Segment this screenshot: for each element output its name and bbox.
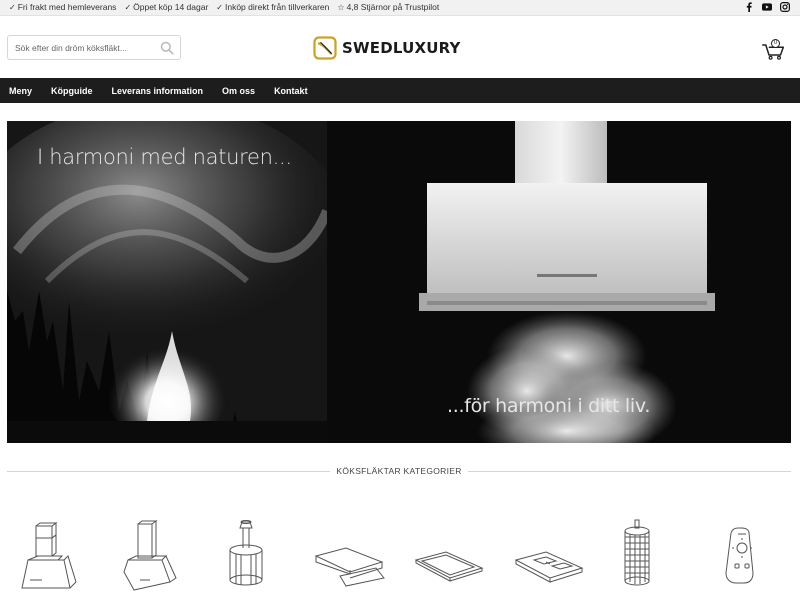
usp-item: ✓ Inköp direkt från tillverkaren <box>216 2 329 12</box>
category-list <box>0 510 800 600</box>
usp-text: 4,8 Stjärnor på Trustpilot <box>346 2 440 12</box>
hob-hood-icon <box>514 551 584 583</box>
nav-item-kopguide[interactable]: Köpguide <box>51 86 93 96</box>
nav-item-leverans-information[interactable]: Leverans information <box>112 86 204 96</box>
nav-item-om-oss[interactable]: Om oss <box>222 86 255 96</box>
nav-item-meny[interactable]: Meny <box>9 86 32 96</box>
usp-list: ✓ Fri frakt med hemleverans ✓ Öppet köp 14… <box>9 2 439 12</box>
category-heading: KÖKSFLÄKTAR KATEGORIER <box>7 466 791 476</box>
round-island-hood-icon <box>624 519 650 586</box>
check-icon: ✓ <box>216 2 223 12</box>
category-island-cylinder-hood[interactable] <box>216 510 296 600</box>
angled-hood-icon <box>314 547 385 587</box>
cart-count-badge: 0 <box>771 39 780 48</box>
cart-button[interactable]: 0 <box>762 38 786 60</box>
search-input[interactable] <box>8 36 148 59</box>
usp-text: Inköp direkt från tillverkaren <box>224 2 330 12</box>
nav-item-kontakt[interactable]: Kontakt <box>274 86 308 96</box>
check-icon: ✓ <box>9 2 16 12</box>
hero-caption-left: I harmoni med naturen... <box>37 145 292 169</box>
facebook-icon[interactable] <box>744 2 754 12</box>
remote-control-icon <box>725 527 754 584</box>
hero-image <box>7 121 791 443</box>
island-cylinder-hood-icon <box>229 520 263 586</box>
check-icon: ✓ <box>124 2 132 12</box>
category-wall-hood-alt[interactable] <box>114 510 194 600</box>
usp-text: Öppet köp 14 dagar <box>133 2 209 12</box>
search-icon[interactable] <box>160 41 174 55</box>
category-round-island-hood[interactable] <box>616 510 696 600</box>
site-header: SWEDLUXURY 0 <box>0 16 800 78</box>
category-hob-hood[interactable] <box>512 510 592 600</box>
logo-text: SWEDLUXURY <box>342 39 461 57</box>
category-angled-hood[interactable] <box>312 510 392 600</box>
instagram-icon[interactable] <box>780 2 790 12</box>
social-links <box>744 2 790 12</box>
usp-bar: ✓ Fri frakt med hemleverans ✓ Öppet köp 14… <box>0 0 800 16</box>
category-heading-row: KÖKSFLÄKTAR KATEGORIER <box>7 465 791 479</box>
category-remote-control[interactable] <box>716 510 796 600</box>
hero-banner[interactable]: I harmoni med naturen... ...för harmoni … <box>7 121 791 443</box>
search-box <box>7 35 181 60</box>
ceiling-hood-icon <box>414 551 484 582</box>
category-ceiling-hood[interactable] <box>412 510 492 600</box>
main-nav: Meny Köpguide Leverans information Om os… <box>0 78 800 103</box>
usp-text: Fri frakt med hemleverans <box>17 2 117 12</box>
usp-item: ✓ Fri frakt med hemleverans <box>9 2 116 12</box>
usp-item: ✓ Öppet köp 14 dagar <box>124 2 208 12</box>
wall-hood-alt-icon <box>123 520 177 591</box>
usp-item: ☆ 4,8 Stjärnor på Trustpilot <box>337 2 439 12</box>
wall-hood-icon <box>21 522 77 589</box>
logo-icon <box>313 36 337 60</box>
hero-caption-right: ...för harmoni i ditt liv. <box>447 395 651 417</box>
youtube-icon[interactable] <box>762 2 772 12</box>
category-wall-hood[interactable] <box>16 510 96 600</box>
site-logo[interactable]: SWEDLUXURY <box>313 36 461 60</box>
star-icon: ☆ <box>337 2 345 12</box>
